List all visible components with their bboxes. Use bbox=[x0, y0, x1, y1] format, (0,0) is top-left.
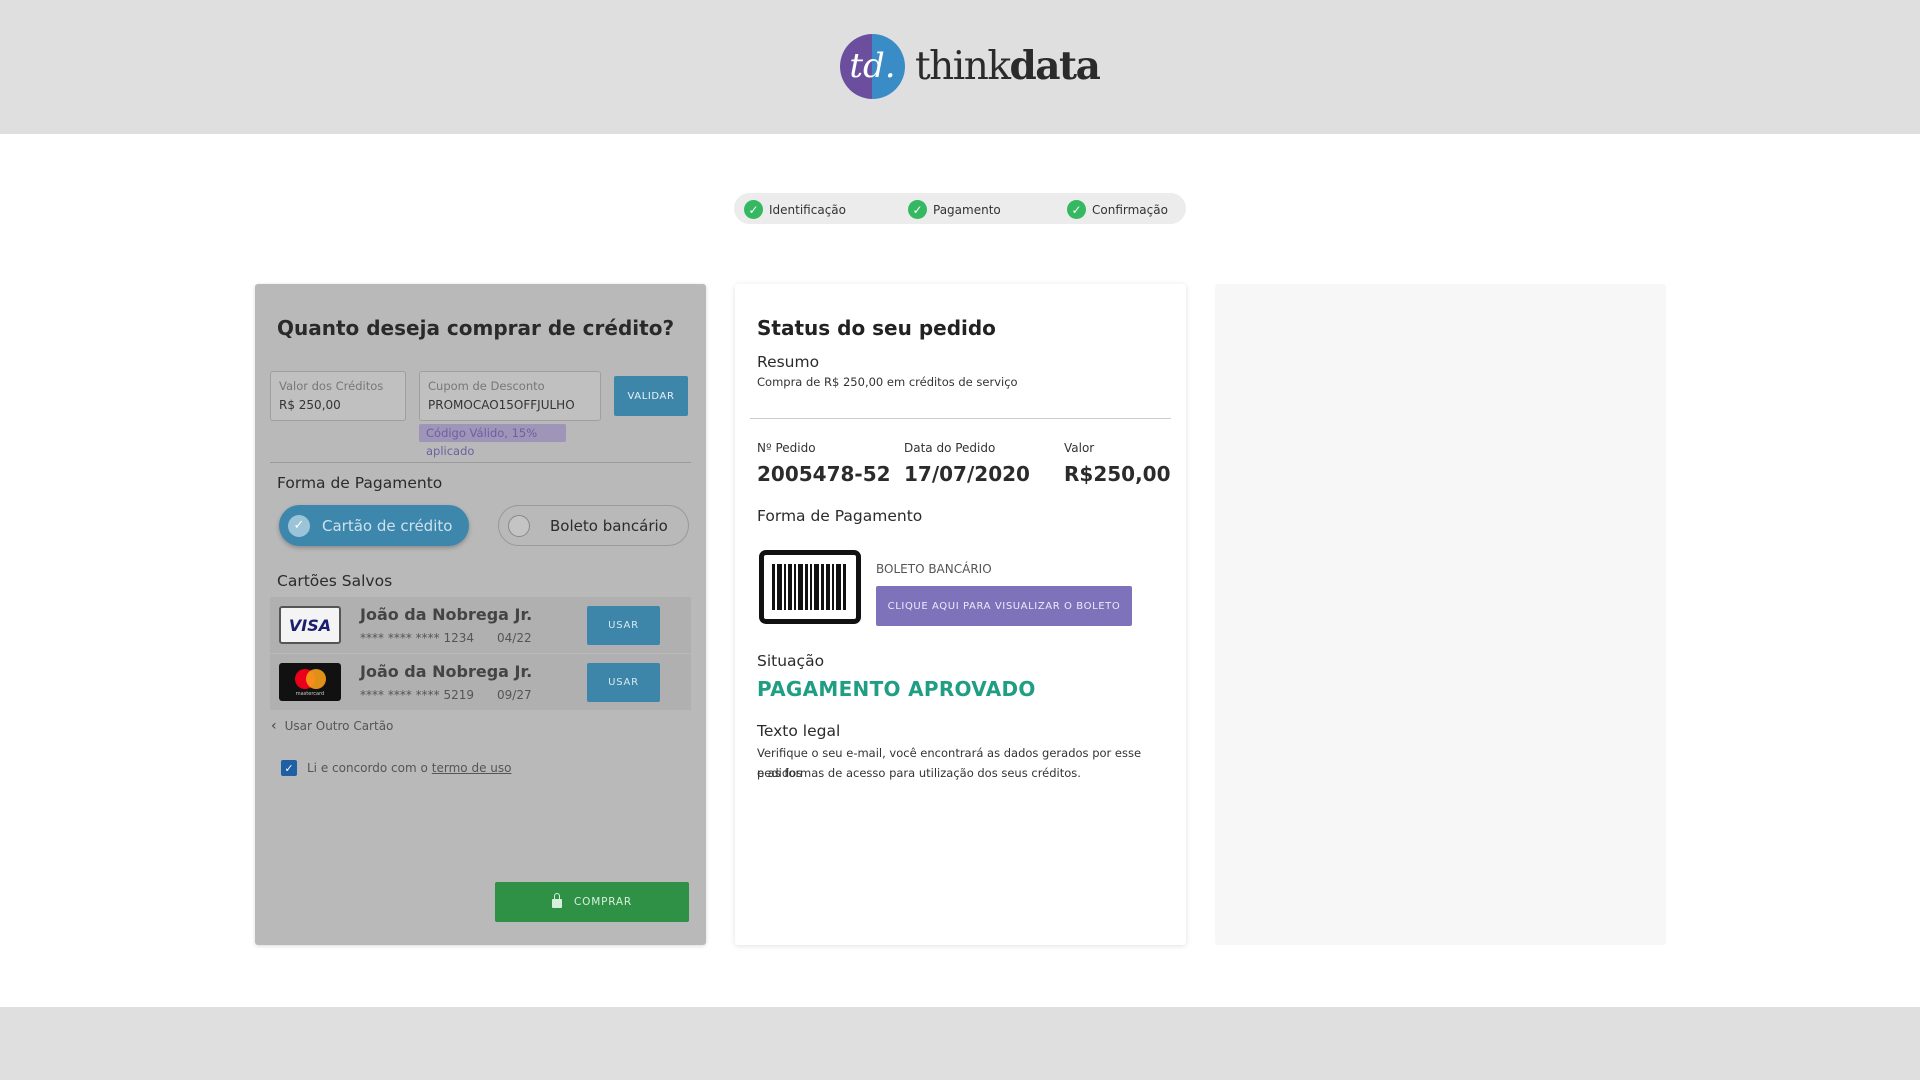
terms-checkbox[interactable]: ✓ bbox=[281, 760, 297, 776]
credits-amount-label: Valor dos Créditos bbox=[279, 379, 384, 393]
saved-card-row: mastercard João da Nobrega Jr. **** ****… bbox=[270, 654, 691, 710]
status-heading: Situação bbox=[757, 652, 825, 670]
check-icon: ✓ bbox=[744, 200, 763, 219]
card-number: **** **** **** 5219 bbox=[360, 688, 474, 702]
card-expiry: 09/27 bbox=[497, 688, 532, 702]
order-amount-label: Valor bbox=[1064, 441, 1095, 455]
payment-method-heading: Forma de Pagamento bbox=[757, 507, 923, 525]
payment-option-credit-card[interactable]: ✓ Cartão de crédito bbox=[279, 505, 469, 546]
buy-button[interactable]: COMPRAR bbox=[495, 882, 689, 922]
logo-mark-text: td. bbox=[849, 46, 896, 86]
footer-bar bbox=[0, 1007, 1920, 1080]
validate-coupon-button[interactable]: VALIDAR bbox=[614, 376, 688, 416]
summary-text: Compra de R$ 250,00 em créditos de servi… bbox=[757, 375, 1018, 389]
thinkdata-logo[interactable]: td. thinkdata bbox=[840, 33, 1101, 99]
payment-method-heading: Forma de Pagamento bbox=[277, 474, 443, 492]
payment-option-label: Cartão de crédito bbox=[322, 516, 453, 535]
saved-card-row: VISA João da Nobrega Jr. **** **** **** … bbox=[270, 597, 691, 653]
step-confirmacao: ✓ Confirmação bbox=[1067, 200, 1168, 219]
check-icon: ✓ bbox=[1067, 200, 1086, 219]
chevron-left-icon: ‹ bbox=[271, 718, 277, 734]
terms-text: Li e concordo com o bbox=[307, 761, 428, 775]
legal-text-line-2: e as formas de acesso para utilização do… bbox=[757, 766, 1081, 780]
mastercard-logo-icon: mastercard bbox=[279, 663, 341, 701]
step-identificacao: ✓ Identificação bbox=[744, 200, 846, 219]
order-status-title: Status do seu pedido bbox=[757, 316, 996, 340]
barcode-icon bbox=[759, 550, 861, 624]
use-other-card-label: Usar Outro Cartão bbox=[284, 719, 394, 733]
divider bbox=[750, 418, 1171, 419]
card-holder-name: João da Nobrega Jr. bbox=[360, 662, 533, 681]
purchase-panel: Quanto deseja comprar de crédito? Valor … bbox=[255, 284, 706, 945]
step-label: Confirmação bbox=[1092, 202, 1168, 217]
radio-icon bbox=[508, 514, 530, 537]
logo-mark-icon: td. bbox=[840, 33, 905, 99]
card-number: **** **** **** 1234 bbox=[360, 631, 474, 645]
coupon-label: Cupom de Desconto bbox=[428, 379, 545, 393]
lock-icon bbox=[552, 892, 563, 908]
buy-button-label: COMPRAR bbox=[574, 896, 632, 908]
use-card-button[interactable]: USAR bbox=[587, 663, 660, 702]
coupon-value[interactable]: PROMOCAO15OFFJULHO bbox=[428, 398, 575, 412]
logo-wordmark: thinkdata bbox=[915, 43, 1101, 89]
payment-status: PAGAMENTO APROVADO bbox=[757, 677, 1036, 701]
visa-logo-icon: VISA bbox=[279, 606, 341, 644]
order-number: 2005478-52 bbox=[757, 462, 891, 486]
terms-agreement: ✓ Li e concordo com o termo de uso bbox=[281, 760, 511, 776]
credits-amount-value[interactable]: R$ 250,00 bbox=[279, 398, 341, 412]
order-amount: R$250,00 bbox=[1064, 462, 1171, 486]
coupon-field[interactable]: Cupom de Desconto PROMOCAO15OFFJULHO bbox=[419, 371, 601, 421]
order-date: 17/07/2020 bbox=[904, 462, 1030, 486]
step-pagamento: ✓ Pagamento bbox=[908, 200, 1001, 219]
credits-amount-field[interactable]: Valor dos Créditos R$ 250,00 bbox=[270, 371, 406, 421]
order-date-label: Data do Pedido bbox=[904, 441, 996, 455]
legal-text-heading: Texto legal bbox=[757, 722, 841, 740]
divider bbox=[270, 462, 691, 463]
check-icon: ✓ bbox=[908, 200, 927, 219]
step-label: Identificação bbox=[769, 202, 846, 217]
payment-option-label: Boleto bancário bbox=[550, 516, 668, 535]
checkout-stepper: ✓ Identificação ✓ Pagamento ✓ Confirmaçã… bbox=[734, 193, 1186, 224]
order-number-label: Nº Pedido bbox=[757, 441, 816, 455]
view-boleto-button[interactable]: CLIQUE AQUI PARA VISUALIZAR O BOLETO bbox=[876, 586, 1132, 626]
coupon-valid-hint: Código Válido, 15% aplicado bbox=[419, 424, 566, 458]
terms-of-use-link[interactable]: termo de uso bbox=[432, 761, 512, 775]
summary-heading: Resumo bbox=[757, 353, 820, 371]
card-holder-name: João da Nobrega Jr. bbox=[360, 605, 533, 624]
header-bar: td. thinkdata bbox=[0, 0, 1920, 134]
payment-option-boleto[interactable]: Boleto bancário bbox=[498, 505, 689, 546]
empty-panel bbox=[1215, 284, 1666, 945]
step-label: Pagamento bbox=[933, 202, 1001, 217]
use-card-button[interactable]: USAR bbox=[587, 606, 660, 645]
purchase-title: Quanto deseja comprar de crédito? bbox=[277, 316, 675, 340]
saved-cards-heading: Cartões Salvos bbox=[277, 572, 393, 590]
order-status-panel: Status do seu pedido Resumo Compra de R$… bbox=[735, 284, 1186, 945]
use-other-card-link[interactable]: ‹ Usar Outro Cartão bbox=[271, 718, 393, 734]
check-icon: ✓ bbox=[288, 514, 310, 537]
payment-method-value: BOLETO BANCÁRIO bbox=[876, 562, 992, 576]
card-expiry: 04/22 bbox=[497, 631, 532, 645]
